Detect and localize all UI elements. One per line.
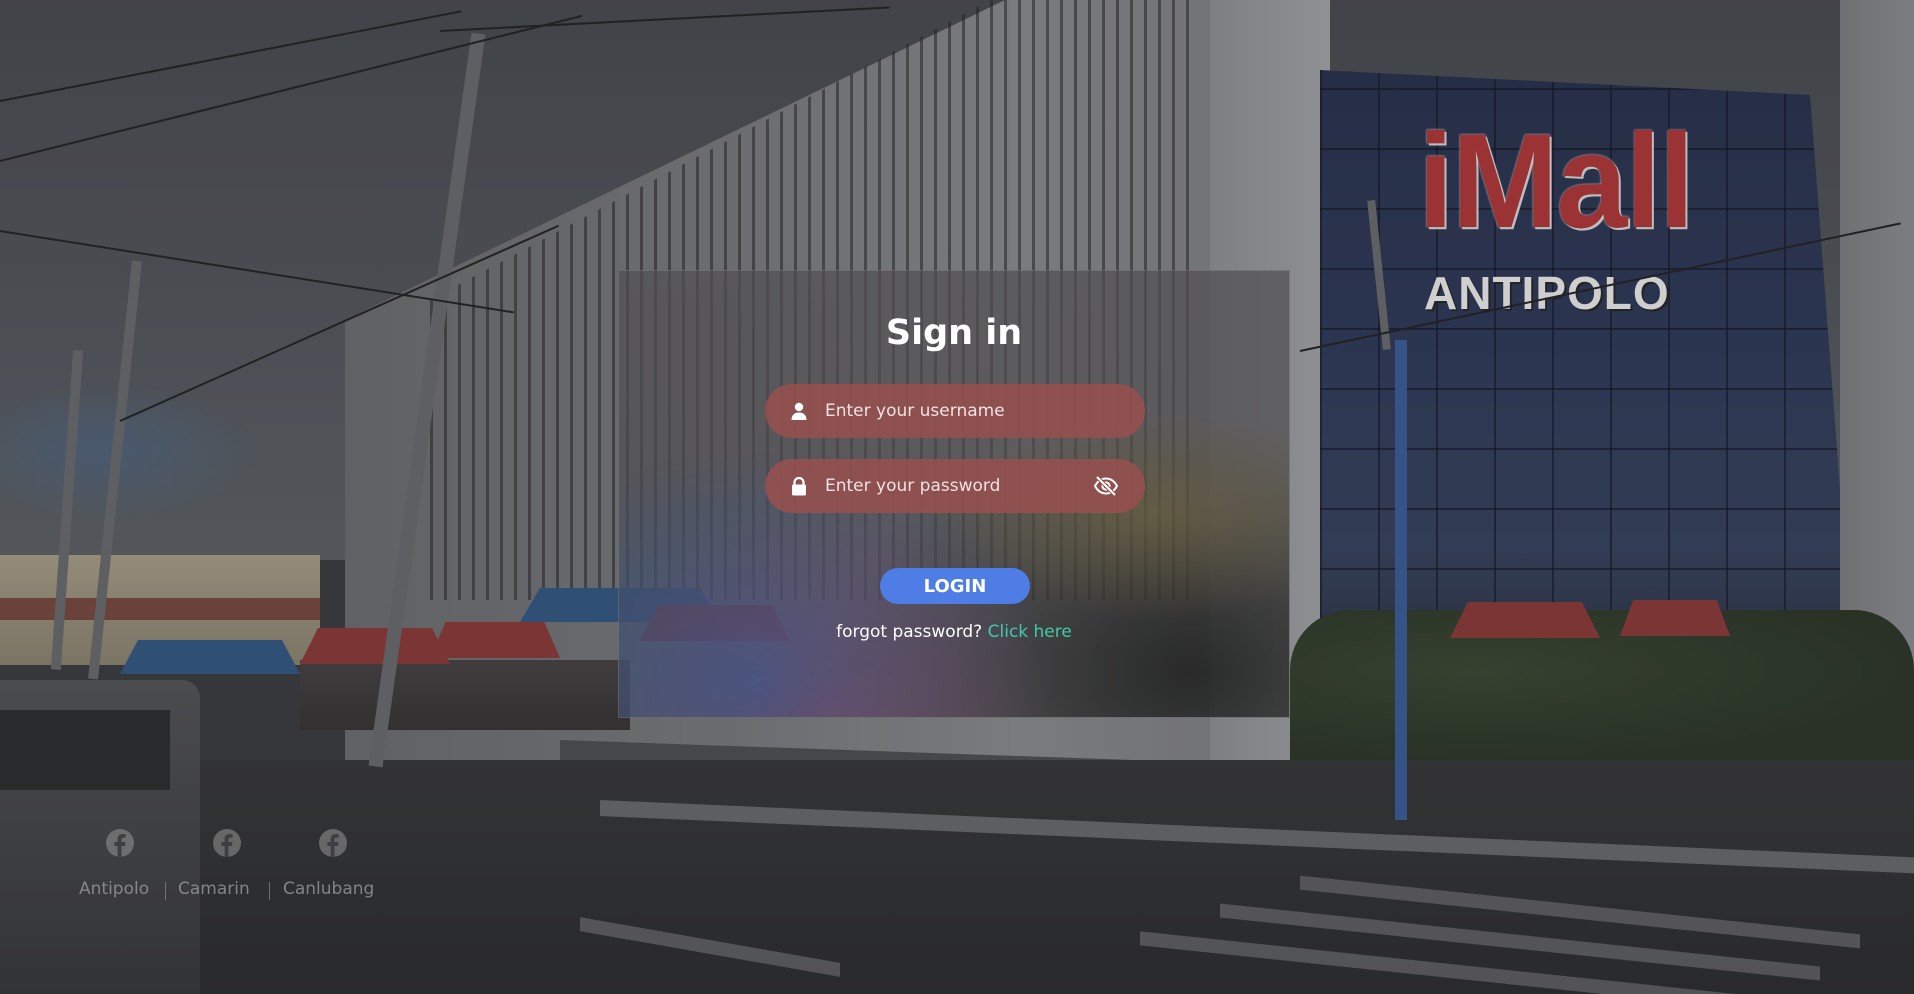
username-field[interactable] xyxy=(765,384,1145,438)
facebook-icon[interactable] xyxy=(105,828,135,858)
signin-card: Sign in LOGIN forgot password? xyxy=(618,270,1290,718)
facebook-icon[interactable] xyxy=(212,828,242,858)
login-button[interactable]: LOGIN xyxy=(880,568,1030,604)
signin-title: Sign in xyxy=(885,313,1023,353)
username-input[interactable] xyxy=(825,384,1085,438)
facebook-icon[interactable] xyxy=(318,828,348,858)
eye-slash-icon[interactable] xyxy=(1093,474,1119,498)
password-field[interactable] xyxy=(765,459,1145,513)
lock-icon xyxy=(792,476,806,496)
user-icon xyxy=(791,402,807,420)
branch-link-canlubang[interactable]: Canlubang xyxy=(283,879,374,899)
password-input[interactable] xyxy=(825,459,1085,513)
login-page: iMall ANTIPOLO Sign in Enter your userna… xyxy=(0,0,1914,994)
branch-link-camarin[interactable]: Camarin xyxy=(178,879,250,899)
branch-separator xyxy=(269,882,270,900)
branch-separator xyxy=(165,882,166,900)
branch-link-antipolo[interactable]: Antipolo xyxy=(79,879,149,899)
forgot-password-row: forgot password? Click here xyxy=(619,622,1289,642)
forgot-password-text: forgot password? xyxy=(836,622,983,642)
forgot-password-link[interactable]: Click here xyxy=(988,622,1072,642)
